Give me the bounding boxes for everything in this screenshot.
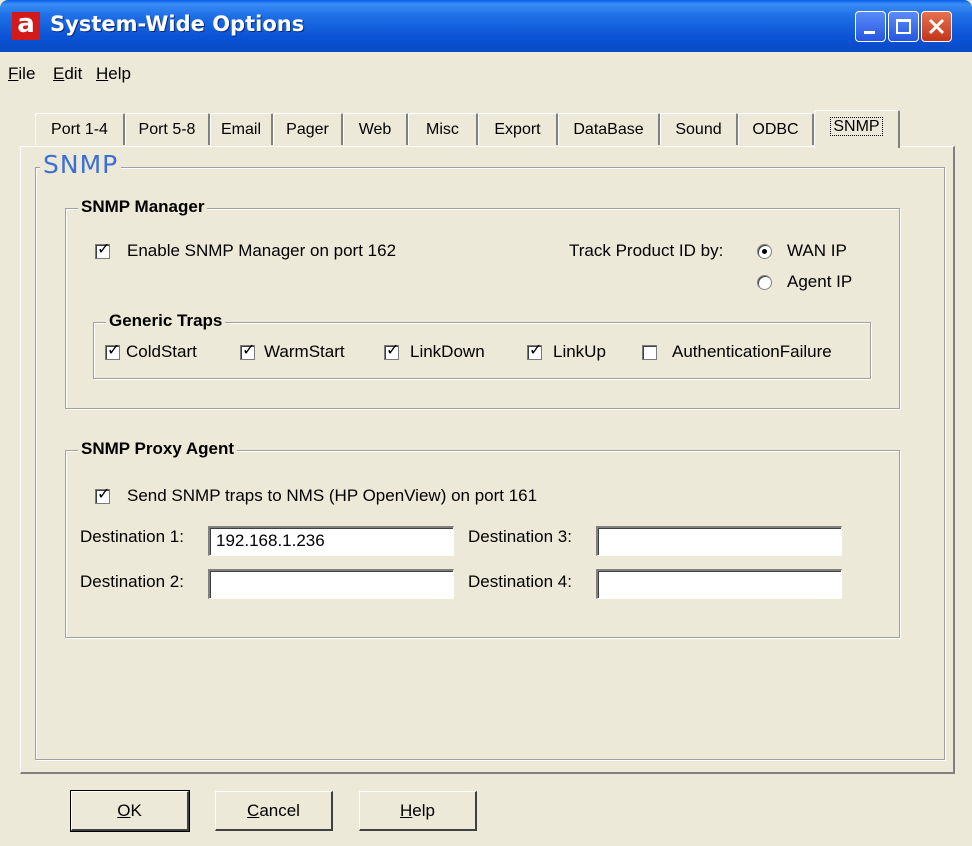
linkdown-label[interactable]: LinkDown bbox=[410, 342, 485, 362]
menu-bar: File Edit Help bbox=[0, 52, 972, 92]
cancel-button[interactable]: Cancel bbox=[215, 791, 333, 831]
linkdown-checkbox[interactable]: ✓ bbox=[384, 342, 399, 360]
tab-database[interactable]: DataBase bbox=[558, 113, 660, 145]
dest3-input[interactable] bbox=[596, 526, 842, 556]
authfailure-checkbox[interactable] bbox=[642, 345, 657, 360]
authfailure-label[interactable]: AuthenticationFailure bbox=[672, 342, 832, 362]
maximize-icon[interactable] bbox=[888, 11, 919, 42]
tab-misc[interactable]: Misc bbox=[408, 113, 478, 145]
tab-odbc[interactable]: ODBC bbox=[738, 113, 814, 145]
warmstart-label[interactable]: WarmStart bbox=[264, 342, 345, 362]
dest1-label: Destination 1: bbox=[80, 527, 184, 546]
tab-port-5-8[interactable]: Port 5-8 bbox=[125, 113, 210, 145]
dest2-input[interactable] bbox=[208, 569, 454, 599]
send-traps-checkbox[interactable]: ✓ bbox=[95, 486, 110, 504]
send-traps-label[interactable]: Send SNMP traps to NMS (HP OpenView) on … bbox=[127, 486, 537, 506]
track-label: Track Product ID by: bbox=[569, 241, 724, 260]
tab-port-1-4[interactable]: Port 1-4 bbox=[35, 113, 125, 145]
dest3-label: Destination 3: bbox=[468, 527, 572, 546]
enable-manager-label[interactable]: Enable SNMP Manager on port 162 bbox=[127, 241, 396, 261]
proxy-agent-title: SNMP Proxy Agent bbox=[78, 439, 238, 459]
window-title: System-Wide Options bbox=[50, 12, 305, 36]
tab-email[interactable]: Email bbox=[210, 113, 273, 145]
ok-button[interactable]: OK bbox=[70, 790, 190, 832]
help-button[interactable]: Help bbox=[359, 791, 477, 831]
wan-ip-label[interactable]: WAN IP bbox=[787, 241, 847, 261]
dest2-label: Destination 2: bbox=[80, 572, 184, 591]
agent-ip-label[interactable]: Agent IP bbox=[787, 272, 852, 292]
tab-sound[interactable]: Sound bbox=[660, 113, 738, 145]
generic-traps-title: Generic Traps bbox=[106, 311, 226, 331]
dest1-input[interactable]: 192.168.1.236 bbox=[208, 526, 454, 556]
menu-help[interactable]: Help bbox=[96, 64, 131, 84]
coldstart-label[interactable]: ColdStart bbox=[126, 342, 197, 362]
dest4-label: Destination 4: bbox=[468, 572, 572, 591]
tab-web[interactable]: Web bbox=[343, 113, 408, 145]
panel-title: SNMP bbox=[40, 150, 122, 179]
agent-ip-radio[interactable] bbox=[757, 275, 772, 290]
tab-snmp[interactable]: SNMP bbox=[814, 110, 900, 148]
menu-file[interactable]: File bbox=[8, 64, 35, 84]
linkup-checkbox[interactable]: ✓ bbox=[527, 342, 542, 360]
wan-ip-radio[interactable] bbox=[757, 244, 772, 259]
app-icon[interactable]: a bbox=[12, 11, 40, 40]
coldstart-checkbox[interactable]: ✓ bbox=[105, 342, 120, 360]
warmstart-checkbox[interactable]: ✓ bbox=[240, 342, 255, 360]
menu-edit[interactable]: Edit bbox=[53, 64, 82, 84]
snmp-manager-title: SNMP Manager bbox=[78, 197, 208, 217]
title-bar[interactable]: a System-Wide Options bbox=[0, 0, 972, 52]
minimize-icon[interactable] bbox=[855, 11, 886, 42]
tab-pager[interactable]: Pager bbox=[273, 113, 343, 145]
linkup-label[interactable]: LinkUp bbox=[553, 342, 606, 362]
tab-export[interactable]: Export bbox=[478, 113, 558, 145]
enable-manager-checkbox[interactable]: ✓ bbox=[95, 241, 110, 259]
close-icon[interactable] bbox=[921, 11, 952, 42]
dest4-input[interactable] bbox=[596, 569, 842, 599]
